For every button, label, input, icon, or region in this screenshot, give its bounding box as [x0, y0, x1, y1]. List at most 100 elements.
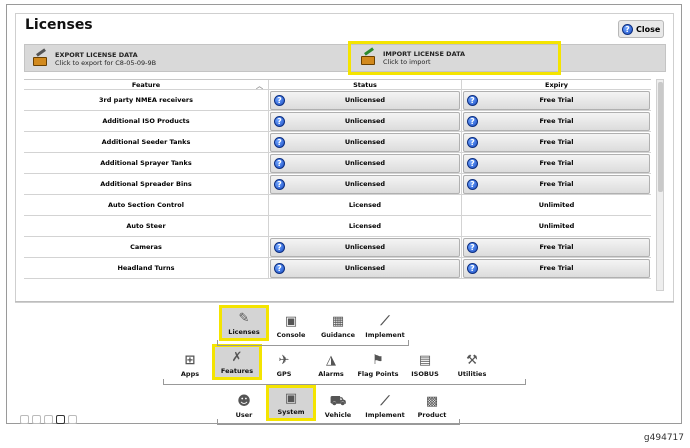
- expiry-button[interactable]: ? Free Trial: [463, 258, 650, 278]
- status-cell: Licensed: [269, 195, 462, 215]
- help-icon: ?: [274, 157, 285, 169]
- nav-alarms[interactable]: ◮ Alarms: [306, 344, 356, 380]
- expiry-button[interactable]: ? Free Trial: [463, 153, 650, 173]
- export-title: EXPORT LICENSE DATA: [55, 51, 138, 59]
- nav-apps[interactable]: ⊞ Apps: [165, 344, 215, 380]
- console-icon: ▣: [284, 314, 298, 329]
- close-button[interactable]: ? Close: [618, 20, 664, 38]
- alarms-icon: ◮: [326, 353, 336, 368]
- action-bar: EXPORT LICENSE DATA Click to export for …: [24, 41, 666, 75]
- nav-console[interactable]: ▣ Console: [266, 305, 316, 341]
- status-button[interactable]: ? Unlicensed: [270, 258, 460, 278]
- expiry-label: Free Trial: [539, 117, 574, 125]
- expiry-cell: Unlimited: [538, 201, 575, 209]
- help-icon: ?: [622, 23, 633, 35]
- implement-icon: ⟋: [380, 314, 390, 329]
- table-row: Additional Spreader Bins? Unlicensed? Free…: [24, 174, 651, 195]
- status-cell: ? Unlicensed: [269, 111, 462, 131]
- import-license-button[interactable]: IMPORT LICENSE DATA Click to import: [348, 41, 561, 75]
- help-icon: ?: [467, 178, 478, 190]
- close-label: Close: [636, 24, 661, 34]
- nav-utilities[interactable]: ⚒ Utilities: [447, 344, 497, 380]
- table-row: Headland Turns? Unlicensed? Free Trial: [24, 258, 651, 279]
- expiry-cell: ? Free Trial: [462, 90, 651, 110]
- nav-group-bracket: [217, 419, 460, 425]
- expiry-button[interactable]: ? Free Trial: [463, 174, 650, 194]
- table-row: Auto Section Control Licensed Unlimited: [24, 195, 651, 216]
- feature-cell: Headland Turns: [24, 258, 269, 278]
- nav-label: Implement: [365, 411, 405, 419]
- nav-implement[interactable]: ⟋ Implement: [360, 385, 410, 421]
- nav-label: Vehicle: [324, 411, 352, 419]
- nav-gps[interactable]: ✈ GPS: [259, 344, 309, 380]
- status-icon: [44, 415, 53, 424]
- expiry-cell: ? Free Trial: [462, 258, 651, 278]
- export-license-button[interactable]: EXPORT LICENSE DATA Click to export for …: [25, 45, 340, 73]
- nav-guidance[interactable]: ▦ Guidance: [313, 305, 363, 341]
- nav-user[interactable]: ☻ User: [219, 385, 269, 421]
- table-row: 3rd party NMEA receivers? Unlicensed? Free…: [24, 90, 651, 111]
- expiry-button[interactable]: ? Free Trial: [463, 237, 650, 257]
- feature-cell: Auto Steer: [24, 216, 269, 236]
- table-row: Additional Seeder Tanks? Unlicensed? Free …: [24, 132, 651, 153]
- expiry-button[interactable]: ? Free Trial: [463, 111, 650, 131]
- help-icon: ?: [274, 178, 285, 190]
- help-icon: ?: [274, 115, 285, 127]
- nav-flag-points[interactable]: ⚑ Flag Points: [353, 344, 403, 380]
- import-title: IMPORT LICENSE DATA: [383, 50, 466, 58]
- expiry-cell: ? Free Trial: [462, 132, 651, 152]
- nav-system[interactable]: ▣ System: [266, 385, 316, 421]
- status-button[interactable]: ? Unlicensed: [270, 90, 460, 110]
- status-label: Unlicensed: [344, 96, 386, 104]
- nav-label: Features: [220, 367, 254, 375]
- help-icon: ?: [274, 136, 285, 148]
- status-icon: [32, 415, 41, 424]
- system-icon: ▣: [284, 391, 298, 406]
- nav-label: Flag Points: [357, 370, 399, 378]
- feature-column-header[interactable]: Feature ︿: [24, 80, 269, 90]
- nav-implement[interactable]: ⟋ Implement: [360, 305, 410, 341]
- nav-label: ISOBUS: [411, 370, 439, 378]
- feature-cell: Additional Sprayer Tanks: [24, 153, 269, 173]
- status-button[interactable]: ? Unlicensed: [270, 132, 460, 152]
- nav-product[interactable]: ▩ Product: [407, 385, 457, 421]
- status-label: Unlicensed: [344, 159, 386, 167]
- nav-isobus[interactable]: ▤ ISOBUS: [400, 344, 450, 380]
- nav-features[interactable]: ✗ Features: [212, 344, 262, 380]
- scrollbar-thumb[interactable]: [658, 82, 663, 192]
- expiry-button[interactable]: ? Free Trial: [463, 132, 650, 152]
- nav-vehicle[interactable]: ⛟ Vehicle: [313, 385, 363, 421]
- expiry-label: Free Trial: [539, 96, 574, 104]
- camera-status-icon: [56, 415, 65, 424]
- status-button[interactable]: ? Unlicensed: [270, 237, 460, 257]
- nav-label: Implement: [365, 331, 405, 339]
- status-column-header: Status: [269, 80, 462, 89]
- table-scrollbar[interactable]: [656, 79, 664, 291]
- table-header: Feature ︿ Status Expiry: [24, 79, 651, 90]
- status-cell: ? Unlicensed: [269, 237, 462, 257]
- status-icon: [20, 415, 29, 424]
- status-label: Unlicensed: [344, 180, 386, 188]
- nav-label: Console: [276, 331, 306, 339]
- status-button[interactable]: ? Unlicensed: [270, 174, 460, 194]
- status-button[interactable]: ? Unlicensed: [270, 153, 460, 173]
- feature-cell: Additional ISO Products: [24, 111, 269, 131]
- export-subtitle: Click to export for C8-05-09-9B: [55, 59, 157, 67]
- gps-icon: ✈: [278, 353, 290, 368]
- expiry-cell: ? Free Trial: [462, 111, 651, 131]
- import-license-icon: [359, 47, 377, 66]
- expiry-button[interactable]: ? Free Trial: [463, 90, 650, 110]
- flag-points-icon: ⚑: [372, 353, 384, 368]
- nav-label: Apps: [180, 370, 200, 378]
- status-cell: ? Unlicensed: [269, 90, 462, 110]
- nav-label: User: [235, 411, 253, 419]
- nav-group-bracket: [163, 379, 526, 385]
- product-icon: ▩: [425, 394, 439, 409]
- status-button[interactable]: ? Unlicensed: [270, 111, 460, 131]
- utilities-icon: ⚒: [466, 353, 478, 368]
- nav-label: Alarms: [318, 370, 344, 378]
- nav-licenses[interactable]: ✎ Licenses: [219, 305, 269, 341]
- feature-cell: 3rd party NMEA receivers: [24, 90, 269, 110]
- vehicle-icon: ⛟: [329, 394, 347, 409]
- expiry-label: Free Trial: [539, 180, 574, 188]
